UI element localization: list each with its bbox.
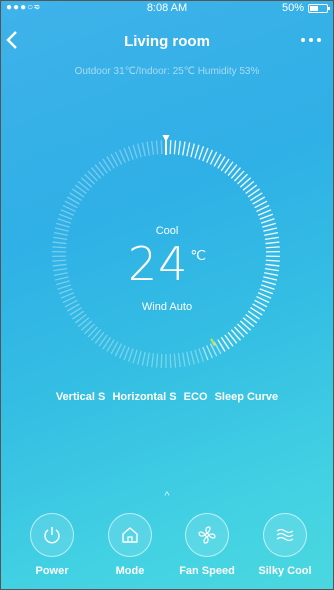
feature-vertical-swing[interactable]: Vertical S <box>56 391 106 403</box>
dial-tick <box>194 144 200 159</box>
dial-tick <box>151 353 155 368</box>
dial-tick <box>259 213 274 220</box>
dial-tick <box>127 348 134 362</box>
dial-tick <box>257 209 272 216</box>
dial-tick <box>202 147 209 162</box>
dial-tick <box>206 149 213 163</box>
dial-tick <box>141 142 146 157</box>
dial-tick <box>169 140 172 155</box>
feature-horizontal-swing[interactable]: Horizontal S <box>112 391 176 403</box>
silky-cool-label: Silky Cool <box>258 565 312 577</box>
home-icon <box>108 513 152 557</box>
dial-tick <box>141 351 146 366</box>
dial-tick <box>169 353 172 368</box>
wind-label: Wind Auto <box>141 301 193 313</box>
dial-tick <box>160 140 163 155</box>
dial-tick <box>119 149 126 163</box>
mode-label: Cool <box>155 225 179 237</box>
feature-eco[interactable]: ECO <box>184 391 208 403</box>
power-icon <box>30 513 74 557</box>
dial-tick <box>119 345 126 359</box>
battery-fill <box>310 5 318 11</box>
power-button[interactable]: Power <box>22 513 82 577</box>
dial-tick <box>137 143 142 158</box>
dial-tick <box>190 350 195 365</box>
conditions-info: Outdoor 31℃/Indoor: 25℃ Humidity 53% <box>74 66 260 77</box>
dial-tick <box>186 142 191 157</box>
dial-pointer[interactable] <box>162 135 170 155</box>
dial-tick <box>182 141 186 156</box>
dial-tick <box>206 345 213 359</box>
dial-tick <box>60 292 75 299</box>
fan-icon <box>185 513 229 557</box>
dial-tick <box>198 348 205 362</box>
dial-tick <box>198 146 205 160</box>
fan-speed-button[interactable]: Fan Speed <box>177 513 237 577</box>
dial-tick <box>173 353 177 368</box>
dial-tick <box>58 213 73 220</box>
dial-tick <box>151 140 155 155</box>
status-bar: ●●●○○ ≈ 8:08 AM 50% <box>0 0 334 16</box>
dial-tick <box>177 140 181 155</box>
dial-tick <box>186 351 191 366</box>
more-dots-icon[interactable] <box>300 30 322 54</box>
dial-tick <box>123 346 130 361</box>
dial-tick <box>127 146 134 160</box>
fan-speed-label: Fan Speed <box>179 565 235 577</box>
feature-sleep-curve[interactable]: Sleep Curve <box>215 391 279 403</box>
dial-tick <box>173 140 177 155</box>
dial-tick <box>155 140 159 155</box>
dial-tick <box>194 349 200 364</box>
dial-tick <box>137 350 142 365</box>
dial-tick <box>257 292 272 299</box>
temperature-display: 24 ℃ <box>0 237 334 291</box>
mode-label-button: Mode <box>115 565 145 577</box>
dial-tick <box>160 353 163 368</box>
dial-tick <box>177 353 181 368</box>
dial-tick <box>182 352 186 367</box>
expand-chevron-icon[interactable]: ^ <box>0 490 334 502</box>
mode-button[interactable]: Mode <box>100 513 160 577</box>
dial-tick <box>190 143 195 158</box>
temperature-value: 24 <box>127 237 189 291</box>
battery-status: 50% <box>281 2 330 14</box>
dial-tick <box>57 218 72 224</box>
dial-tick <box>132 349 138 364</box>
temperature-unit: ℃ <box>190 247 207 263</box>
feature-list: Vertical S Horizontal S ECO Sleep Curve <box>0 391 334 403</box>
battery-text: 50% <box>281 2 304 14</box>
page-title: Living room <box>124 33 210 50</box>
dial-tick <box>155 353 159 368</box>
power-label: Power <box>35 565 69 577</box>
dial-tick <box>260 218 275 224</box>
waves-icon <box>263 513 307 557</box>
dial-tick <box>202 346 209 361</box>
dial-tick <box>60 209 75 216</box>
dial-tick <box>123 147 130 162</box>
dial-tick <box>132 144 138 159</box>
dial-tick <box>146 141 150 156</box>
dial-tick <box>146 352 150 367</box>
header: Living room <box>0 30 334 56</box>
battery-icon <box>308 3 330 13</box>
silky-cool-button[interactable]: Silky Cool <box>255 513 315 577</box>
